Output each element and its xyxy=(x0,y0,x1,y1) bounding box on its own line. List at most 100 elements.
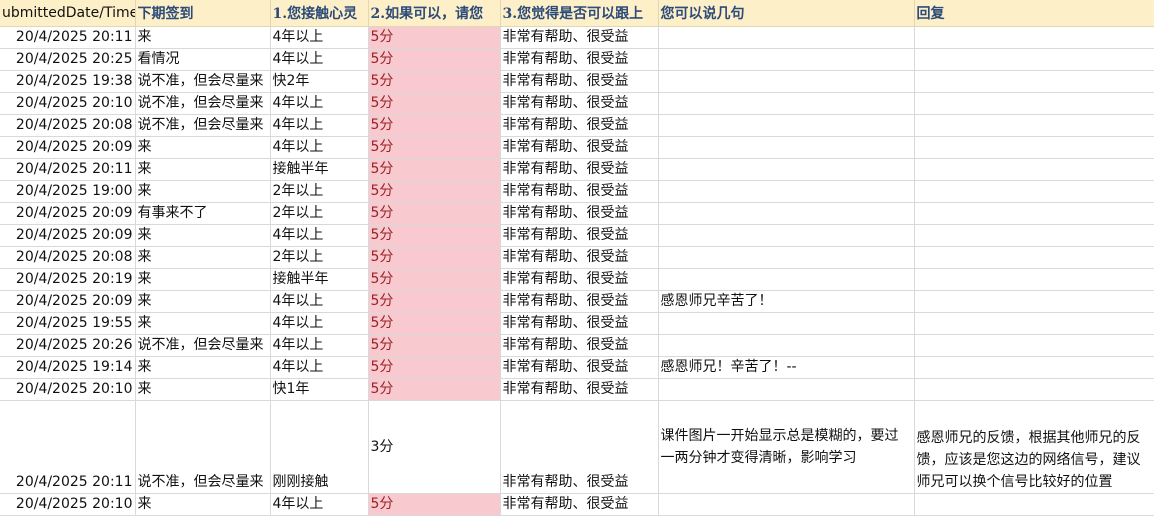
cell-duration[interactable]: 4年以上 xyxy=(270,26,369,49)
cell-reply[interactable]: 感恩师兄的反馈，根据其他师兄的反馈，应该是您这边的网络信号，建议师兄可以换个信号… xyxy=(914,400,1154,494)
cell-helpful[interactable]: 非常有帮助、很受益 xyxy=(500,312,659,335)
cell-attendance[interactable]: 来 xyxy=(135,312,271,335)
cell-score[interactable]: 5分 xyxy=(368,356,501,379)
cell-attendance[interactable]: 有事来不了 xyxy=(135,202,271,225)
cell-reply[interactable] xyxy=(914,26,1154,49)
header-q3-helpful[interactable]: 3.您觉得是否可以跟上 xyxy=(500,0,659,27)
cell-duration[interactable]: 4年以上 xyxy=(270,356,369,379)
cell-reply[interactable] xyxy=(914,268,1154,291)
cell-helpful[interactable]: 非常有帮助、很受益 xyxy=(500,224,659,247)
cell-score[interactable]: 5分 xyxy=(368,246,501,269)
cell-reply[interactable] xyxy=(914,290,1154,313)
cell-helpful[interactable]: 非常有帮助、很受益 xyxy=(500,202,659,225)
header-submitted-date[interactable]: ubmittedDate/Time xyxy=(0,0,136,27)
cell-comment[interactable] xyxy=(658,26,915,49)
cell-score[interactable]: 5分 xyxy=(368,114,501,137)
cell-duration[interactable]: 2年以上 xyxy=(270,180,369,203)
cell-reply[interactable] xyxy=(914,70,1154,93)
cell-duration[interactable]: 4年以上 xyxy=(270,92,369,115)
cell-attendance[interactable]: 说不准，但会尽量来 xyxy=(135,114,271,137)
header-next-attendance[interactable]: 下期签到 xyxy=(135,0,271,27)
cell-duration[interactable]: 4年以上 xyxy=(270,493,369,516)
cell-date[interactable]: 20/4/2025 20:09 xyxy=(0,136,136,159)
cell-date[interactable]: 20/4/2025 20:08 xyxy=(0,246,136,269)
cell-score[interactable]: 5分 xyxy=(368,48,501,71)
cell-attendance[interactable]: 来 xyxy=(135,26,271,49)
cell-duration[interactable]: 2年以上 xyxy=(270,202,369,225)
cell-score[interactable]: 5分 xyxy=(368,493,501,516)
cell-attendance[interactable]: 来 xyxy=(135,180,271,203)
cell-duration[interactable]: 4年以上 xyxy=(270,48,369,71)
cell-reply[interactable] xyxy=(914,114,1154,137)
cell-helpful[interactable]: 非常有帮助、很受益 xyxy=(500,356,659,379)
cell-score[interactable]: 5分 xyxy=(368,334,501,357)
cell-score[interactable]: 5分 xyxy=(368,136,501,159)
cell-attendance[interactable]: 来 xyxy=(135,158,271,181)
cell-comment[interactable] xyxy=(658,92,915,115)
header-q1-duration[interactable]: 1.您接触心灵 xyxy=(270,0,369,27)
cell-attendance[interactable]: 说不准，但会尽量来 xyxy=(135,400,271,494)
cell-duration[interactable]: 2年以上 xyxy=(270,246,369,269)
cell-score[interactable]: 5分 xyxy=(368,268,501,291)
cell-attendance[interactable]: 来 xyxy=(135,224,271,247)
cell-comment[interactable] xyxy=(658,70,915,93)
cell-reply[interactable] xyxy=(914,334,1154,357)
cell-reply[interactable] xyxy=(914,224,1154,247)
cell-duration[interactable]: 4年以上 xyxy=(270,334,369,357)
cell-reply[interactable] xyxy=(914,312,1154,335)
cell-helpful[interactable]: 非常有帮助、很受益 xyxy=(500,158,659,181)
cell-date[interactable]: 20/4/2025 19:14 xyxy=(0,356,136,379)
header-reply[interactable]: 回复 xyxy=(914,0,1154,27)
cell-date[interactable]: 20/4/2025 20:10 xyxy=(0,92,136,115)
cell-score[interactable]: 5分 xyxy=(368,312,501,335)
cell-duration[interactable]: 刚刚接触 xyxy=(270,400,369,494)
cell-comment[interactable] xyxy=(658,312,915,335)
cell-attendance[interactable]: 说不准，但会尽量来 xyxy=(135,70,271,93)
cell-comment[interactable] xyxy=(658,136,915,159)
header-comments[interactable]: 您可以说几句 xyxy=(658,0,915,27)
cell-helpful[interactable]: 非常有帮助、很受益 xyxy=(500,48,659,71)
cell-date[interactable]: 20/4/2025 20:09 xyxy=(0,202,136,225)
cell-date[interactable]: 20/4/2025 20:08 xyxy=(0,114,136,137)
cell-comment[interactable] xyxy=(658,202,915,225)
cell-duration[interactable]: 4年以上 xyxy=(270,136,369,159)
cell-helpful[interactable]: 非常有帮助、很受益 xyxy=(500,114,659,137)
cell-reply[interactable] xyxy=(914,180,1154,203)
cell-helpful[interactable]: 非常有帮助、很受益 xyxy=(500,378,659,401)
cell-helpful[interactable]: 非常有帮助、很受益 xyxy=(500,246,659,269)
cell-comment[interactable] xyxy=(658,114,915,137)
cell-date[interactable]: 20/4/2025 20:11 xyxy=(0,158,136,181)
cell-attendance[interactable]: 来 xyxy=(135,356,271,379)
cell-attendance[interactable]: 来 xyxy=(135,290,271,313)
cell-comment[interactable]: 感恩师兄辛苦了！ xyxy=(658,290,915,313)
cell-date[interactable]: 20/4/2025 20:25 xyxy=(0,48,136,71)
cell-duration[interactable]: 4年以上 xyxy=(270,114,369,137)
cell-score[interactable]: 5分 xyxy=(368,26,501,49)
cell-helpful[interactable]: 非常有帮助、很受益 xyxy=(500,290,659,313)
cell-duration[interactable]: 4年以上 xyxy=(270,312,369,335)
cell-comment[interactable] xyxy=(658,48,915,71)
cell-reply[interactable] xyxy=(914,493,1154,516)
cell-reply[interactable] xyxy=(914,246,1154,269)
cell-attendance[interactable]: 来 xyxy=(135,493,271,516)
cell-reply[interactable] xyxy=(914,48,1154,71)
cell-attendance[interactable]: 来 xyxy=(135,378,271,401)
cell-score[interactable]: 5分 xyxy=(368,70,501,93)
cell-reply[interactable] xyxy=(914,202,1154,225)
cell-helpful[interactable]: 非常有帮助、很受益 xyxy=(500,92,659,115)
cell-score[interactable]: 5分 xyxy=(368,92,501,115)
cell-score[interactable]: 5分 xyxy=(368,202,501,225)
cell-duration[interactable]: 接触半年 xyxy=(270,158,369,181)
cell-duration[interactable]: 4年以上 xyxy=(270,224,369,247)
cell-date[interactable]: 20/4/2025 19:55 xyxy=(0,312,136,335)
cell-date[interactable]: 20/4/2025 20:26 xyxy=(0,334,136,357)
cell-comment[interactable] xyxy=(658,180,915,203)
cell-score[interactable]: 5分 xyxy=(368,224,501,247)
cell-comment[interactable]: 感恩师兄！辛苦了！-- xyxy=(658,356,915,379)
cell-date[interactable]: 20/4/2025 19:00 xyxy=(0,180,136,203)
cell-score[interactable]: 5分 xyxy=(368,290,501,313)
cell-helpful[interactable]: 非常有帮助、很受益 xyxy=(500,400,659,494)
cell-duration[interactable]: 接触半年 xyxy=(270,268,369,291)
cell-duration[interactable]: 快2年 xyxy=(270,70,369,93)
cell-score[interactable]: 5分 xyxy=(368,158,501,181)
